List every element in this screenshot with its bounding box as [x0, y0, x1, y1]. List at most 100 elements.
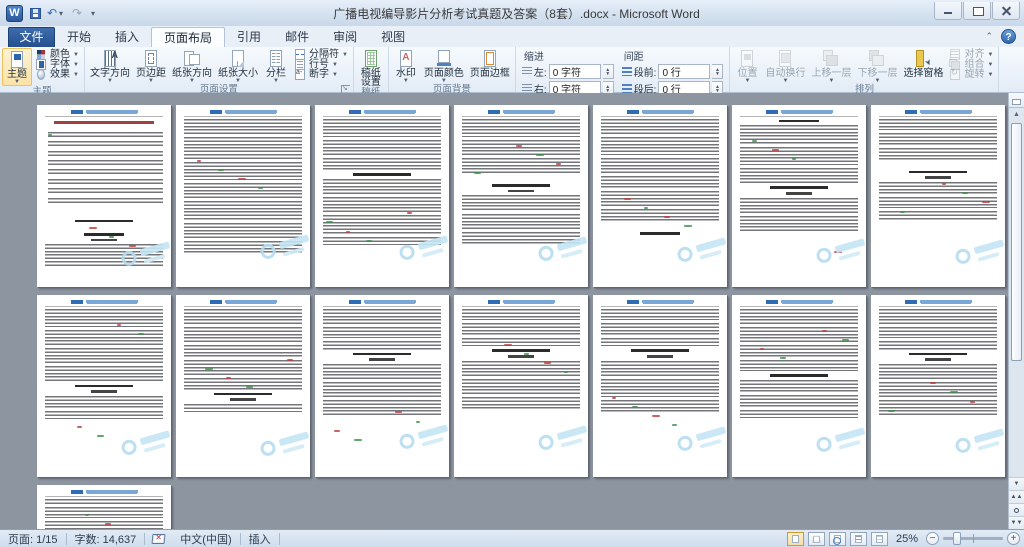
word-count-indicator[interactable]: 字数: 14,637 — [67, 531, 145, 547]
paragraph-lines — [45, 330, 163, 345]
page-thumbnail[interactable] — [176, 105, 310, 287]
zoom-level-indicator[interactable]: 25% — [892, 533, 922, 545]
page-thumbnail[interactable] — [37, 485, 171, 529]
scroll-down-arrow[interactable]: ▼ — [1009, 477, 1024, 490]
dropdown-arrow-icon: ▼ — [332, 72, 338, 78]
header-link — [642, 300, 694, 303]
close-button[interactable] — [992, 2, 1020, 20]
ribbon-button-watermark[interactable]: 水印▼ — [391, 48, 421, 84]
language-indicator[interactable]: 中文(中国) — [172, 531, 239, 547]
ribbon-button-page-color[interactable]: 页面颜色▼ — [421, 48, 467, 84]
tab-页面布局[interactable]: 页面布局 — [151, 27, 225, 47]
zoom-out-button[interactable]: − — [926, 532, 939, 545]
page-thumbnail[interactable] — [37, 295, 171, 477]
restore-button[interactable] — [963, 2, 991, 20]
page-thumbnail[interactable] — [37, 105, 171, 287]
ribbon-button-orientation[interactable]: 纸张方向▼ — [169, 48, 215, 84]
text-highlight-mark — [536, 154, 544, 156]
undo-button[interactable]: ↶▾ — [47, 4, 65, 22]
field-indent-left-input[interactable]: 0 字符 — [549, 64, 601, 79]
ribbon-button-theme-effects[interactable]: 效果▼ — [32, 70, 82, 79]
help-button[interactable]: ? — [1001, 29, 1016, 44]
web-layout-view-button[interactable] — [829, 532, 846, 546]
ribbon-button-themes[interactable]: 主题▼ — [2, 48, 32, 86]
watermark-circle — [676, 434, 695, 453]
subheading-line — [925, 176, 952, 179]
ruler-toggle-button[interactable] — [1009, 93, 1024, 108]
spinner-control[interactable]: ▲▼ — [603, 64, 614, 79]
tab-邮件[interactable]: 邮件 — [273, 27, 321, 47]
header-logo — [766, 110, 778, 114]
full-screen-reading-view-button[interactable] — [808, 532, 825, 546]
tab-插入[interactable]: 插入 — [103, 27, 151, 47]
ribbon-button-label: 字体 — [50, 60, 70, 69]
tab-开始[interactable]: 开始 — [55, 27, 103, 47]
page-thumbnail[interactable] — [593, 295, 727, 477]
scroll-up-arrow[interactable]: ▲ — [1009, 108, 1024, 121]
watermark-circle — [815, 435, 834, 454]
ribbon-button-selection-pane[interactable]: 选择窗格 — [900, 48, 946, 79]
zoom-in-button[interactable]: + — [1007, 532, 1020, 545]
ribbon-button-hyphenation[interactable]: 断字▼ — [291, 70, 351, 79]
print-layout-view-button[interactable] — [787, 532, 804, 546]
undo-dropdown-arrow[interactable]: ▾ — [57, 9, 65, 18]
page-thumbnail[interactable] — [176, 295, 310, 477]
ribbon-button-theme-fonts[interactable]: 字体▼ — [32, 60, 82, 69]
watermark-logo — [814, 420, 866, 466]
ribbon-button-columns[interactable]: 分栏▼ — [261, 48, 291, 84]
spacer — [593, 224, 727, 229]
text-highlight-mark — [226, 377, 231, 379]
page-thumbnail[interactable] — [454, 105, 588, 287]
word-app-icon[interactable]: W — [6, 5, 23, 22]
paragraph-lines — [601, 119, 719, 134]
ribbon-button-breaks[interactable]: 分隔符▼ — [291, 50, 351, 59]
field-spacing-before-input[interactable]: 0 行 — [658, 64, 710, 79]
tab-list: 开始插入页面布局引用邮件审阅视图 — [55, 27, 417, 47]
page-thumbnail[interactable] — [593, 105, 727, 287]
ribbon-button-text-direction[interactable]: 文字方向▼ — [87, 48, 133, 84]
customize-qat-button[interactable]: ▾ — [89, 9, 97, 18]
page-thumbnail[interactable] — [871, 105, 1005, 287]
page-thumbnail[interactable] — [732, 295, 866, 477]
minimize-button[interactable] — [934, 2, 962, 20]
page-thumbnail[interactable] — [315, 105, 449, 287]
ribbon-button-grid-paper[interactable]: 稿纸 设置 — [356, 48, 386, 87]
scrollbar-thumb[interactable] — [1011, 123, 1022, 361]
outline-view-button[interactable] — [850, 532, 867, 546]
insert-mode-indicator[interactable]: 插入 — [241, 531, 279, 547]
tab-引用[interactable]: 引用 — [225, 27, 273, 47]
minimize-ribbon-button[interactable]: ⌃ — [985, 31, 993, 42]
zoom-slider-thumb[interactable] — [953, 532, 961, 545]
paragraph-lines — [323, 400, 441, 415]
list-item-lines — [48, 141, 163, 146]
paragraph-lines — [45, 396, 163, 408]
watermark-text — [696, 237, 727, 252]
ribbon-button-label: 页面边框 — [470, 69, 510, 79]
paragraph-lines — [323, 215, 441, 234]
page-thumbnail[interactable] — [454, 295, 588, 477]
header-logo — [905, 300, 917, 304]
page-thumbnail[interactable] — [871, 295, 1005, 477]
paragraph-lines — [740, 168, 858, 183]
zoom-slider[interactable] — [943, 537, 1003, 540]
select-browse-object-button[interactable] — [1009, 503, 1024, 516]
spinner-control[interactable]: ▲▼ — [712, 64, 723, 79]
draft-view-button[interactable] — [871, 532, 888, 546]
ribbon-button-theme-colors[interactable]: 颜色▼ — [32, 50, 82, 59]
page-thumbnail[interactable] — [732, 105, 866, 287]
list-item-lines — [48, 132, 163, 137]
previous-page-button[interactable]: ▲▲ — [1009, 490, 1024, 503]
ribbon-button-page-borders[interactable]: 页面边框 — [467, 48, 513, 79]
proofing-errors-icon[interactable] — [151, 533, 166, 545]
page-number-indicator[interactable]: 页面: 1/15 — [0, 531, 66, 547]
tab-审阅[interactable]: 审阅 — [321, 27, 369, 47]
ribbon-button-page-size[interactable]: 纸张大小▼ — [215, 48, 261, 84]
ribbon-button-line-numbers[interactable]: 行号▼ — [291, 60, 351, 69]
next-page-button[interactable]: ▼▼ — [1009, 516, 1024, 529]
vertical-scrollbar[interactable]: ▲ ▼ ▲▲ ▼▼ — [1008, 93, 1024, 529]
tab-file[interactable]: 文件 — [8, 27, 55, 47]
ribbon-button-margins[interactable]: 页边距▼ — [133, 48, 169, 84]
tab-视图[interactable]: 视图 — [369, 27, 417, 47]
save-button[interactable] — [26, 4, 44, 22]
page-thumbnail[interactable] — [315, 295, 449, 477]
